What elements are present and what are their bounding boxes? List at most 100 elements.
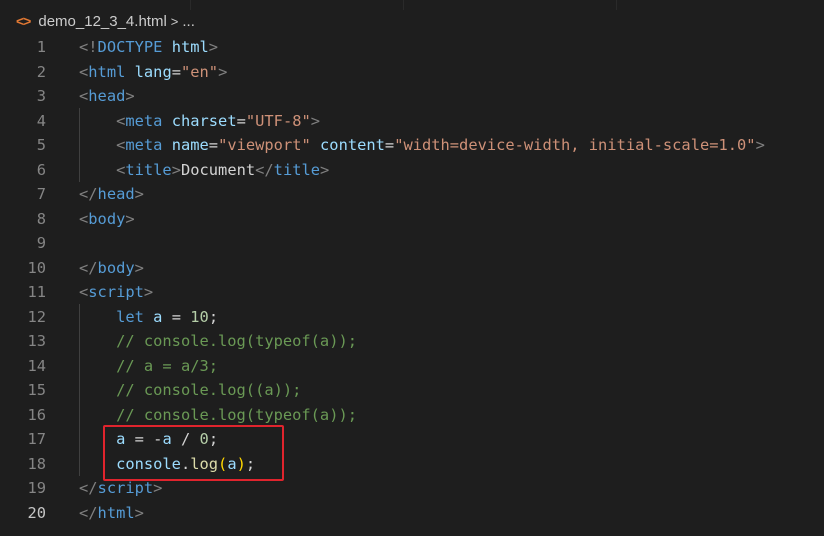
code-line[interactable]: 10 </body> — [0, 256, 824, 281]
code-line[interactable]: 15 // console.log((a)); — [0, 378, 824, 403]
line-number: 15 — [27, 381, 46, 399]
line-content: <body> — [79, 207, 135, 232]
line-number: 6 — [36, 160, 46, 179]
code-token: "width=device-width, initial-scale=1.0" — [394, 136, 756, 154]
code-line[interactable]: 11 <script> — [0, 280, 824, 305]
line-content: // console.log((a)); — [79, 378, 301, 403]
line-content: <html lang="en"> — [79, 60, 227, 85]
code-editor[interactable]: <> demo_12_3_4.html > ... 1 <!DOCTYPE htm… — [0, 0, 824, 536]
code-line[interactable]: 8 <body> — [0, 207, 824, 232]
breadcrumb-ellipsis[interactable]: ... — [182, 13, 195, 30]
code-token: "viewport" — [218, 136, 311, 154]
code-token: body — [88, 209, 126, 228]
code-line[interactable]: 5 <meta name="viewport" content="width=d… — [0, 133, 824, 158]
code-token: body — [97, 258, 135, 277]
code-token: = — [384, 136, 395, 154]
code-line[interactable]: 9 — [0, 231, 824, 256]
code-token: DOCTYPE — [97, 38, 163, 56]
code-token: < — [79, 209, 89, 228]
line-number: 13 — [27, 332, 46, 350]
code-line[interactable]: 16 // console.log(typeof(a)); — [0, 403, 824, 428]
code-token: content — [320, 136, 385, 154]
line-number: 11 — [27, 283, 46, 301]
indent-guide — [79, 304, 80, 476]
line-number: 8 — [36, 209, 46, 228]
code-token: < — [79, 62, 89, 81]
code-token: ; — [208, 307, 219, 326]
code-token: < — [116, 160, 126, 179]
code-line[interactable]: 7 </head> — [0, 182, 824, 207]
code-line[interactable]: 12 let a = 10; — [0, 305, 824, 330]
code-token: < — [79, 283, 89, 301]
top-divider — [190, 0, 191, 10]
code-token: name — [171, 136, 209, 154]
code-token: > — [320, 160, 330, 179]
code-token: > — [218, 62, 228, 81]
line-content: <!DOCTYPE html> — [79, 35, 218, 60]
top-divider — [616, 0, 617, 10]
code-line[interactable]: 4 <meta charset="UTF-8"> — [0, 109, 824, 134]
code-line[interactable]: 3 <head> — [0, 84, 824, 109]
line-number: 1 — [36, 38, 46, 56]
line-number: 20 — [27, 503, 46, 522]
code-token: < — [116, 111, 126, 130]
code-token: > — [125, 87, 135, 105]
code-token: Document — [180, 160, 256, 179]
code-line[interactable]: 14 // a = a/3; — [0, 354, 824, 379]
breadcrumb-filename[interactable]: demo_12_3_4.html — [38, 13, 166, 30]
code-token: html — [88, 62, 126, 81]
code-token: > — [153, 479, 163, 497]
code-token: > — [143, 283, 154, 301]
code-token: = — [236, 111, 246, 130]
code-line[interactable]: 1 <!DOCTYPE html> — [0, 35, 824, 60]
line-content: <title>Document</title> — [79, 158, 329, 183]
code-token: = — [171, 62, 181, 81]
code-token: > — [755, 136, 765, 154]
code-token: script — [97, 479, 154, 497]
line-content: // console.log(typeof(a)); — [79, 403, 357, 428]
indent-guide — [79, 108, 80, 182]
code-line[interactable]: 13 // console.log(typeof(a)); — [0, 329, 824, 354]
chevron-right-icon: > — [170, 13, 179, 29]
code-token: meta — [125, 111, 163, 130]
line-content: <meta charset="UTF-8"> — [79, 109, 320, 134]
code-token: // console.log((a)); — [116, 381, 302, 399]
code-token: > — [310, 111, 321, 130]
code-line[interactable]: 20 </html> — [0, 501, 824, 526]
highlight-annotation-box — [103, 425, 284, 481]
breadcrumb: <> demo_12_3_4.html > ... — [16, 10, 195, 32]
line-content: // a = a/3; — [79, 354, 218, 379]
html-file-icon: <> — [16, 13, 31, 29]
line-content: </body> — [79, 256, 144, 281]
code-token: > — [134, 185, 144, 203]
line-content: </head> — [79, 182, 144, 207]
line-content: </html> — [79, 501, 144, 526]
code-token: < — [116, 136, 126, 154]
line-number: 9 — [36, 234, 46, 252]
code-token: > — [208, 38, 219, 56]
code-token: html — [171, 38, 209, 56]
code-line[interactable]: 2 <html lang="en"> — [0, 60, 824, 85]
code-line[interactable]: 6 <title>Document</title> — [0, 158, 824, 183]
line-content: <script> — [79, 280, 153, 305]
code-token: > — [125, 209, 135, 228]
code-token: < — [79, 87, 89, 105]
line-number: 19 — [27, 479, 46, 497]
code-token: head — [97, 185, 135, 203]
line-number: 3 — [36, 87, 46, 105]
line-number: 10 — [27, 258, 46, 277]
code-token: </ — [79, 479, 98, 497]
code-token: script — [88, 283, 144, 301]
code-token: </ — [255, 160, 274, 179]
